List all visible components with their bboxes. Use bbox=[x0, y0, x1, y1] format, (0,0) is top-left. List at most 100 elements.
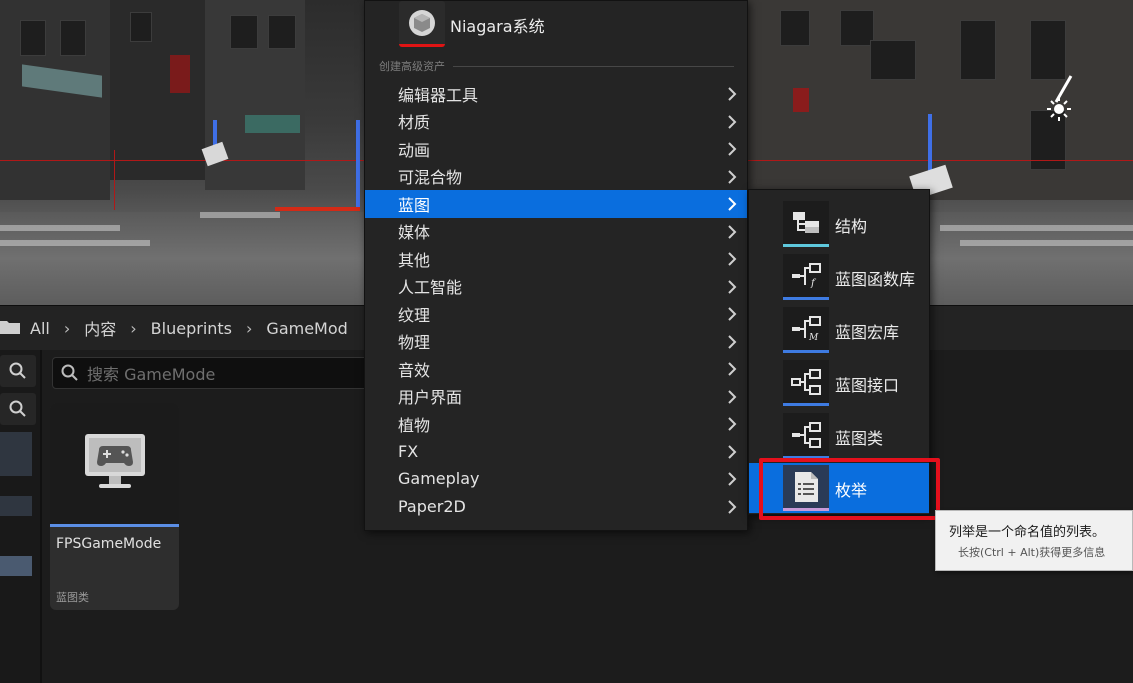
divider bbox=[453, 65, 734, 67]
window bbox=[130, 12, 152, 42]
menu-item-label: 动画 bbox=[398, 140, 431, 160]
window bbox=[960, 20, 996, 80]
niagara-system-item[interactable]: Niagara系统 bbox=[365, 1, 747, 51]
window bbox=[60, 20, 86, 56]
chevron-right-icon: › bbox=[246, 318, 253, 338]
chevron-right-icon bbox=[727, 251, 737, 270]
red-sign bbox=[793, 88, 809, 112]
window bbox=[230, 15, 258, 49]
submenu-item-interface[interactable]: 蓝图接口 bbox=[749, 358, 929, 408]
submenu-item-macro-library[interactable]: M 蓝图宏库 bbox=[749, 305, 929, 355]
chevron-right-icon bbox=[727, 499, 737, 518]
section-header-label: 创建高级资产 bbox=[379, 60, 445, 73]
menu-item-label: 植物 bbox=[398, 415, 431, 435]
chevron-right-icon bbox=[727, 279, 737, 298]
breadcrumb-all[interactable]: All bbox=[30, 319, 50, 338]
submenu-item-label: 蓝图函数库 bbox=[835, 270, 916, 289]
crosswalk bbox=[0, 240, 150, 246]
folder-tree-item-selected[interactable] bbox=[0, 556, 32, 576]
chevron-right-icon bbox=[727, 416, 737, 435]
bounds-line bbox=[748, 160, 1133, 161]
light-source-icon[interactable] bbox=[1046, 95, 1074, 123]
tooltip-text: 列举是一个命名值的列表。 bbox=[949, 525, 1106, 540]
window bbox=[780, 10, 810, 46]
window bbox=[20, 20, 46, 56]
menu-item-ai[interactable]: 人工智能 bbox=[365, 273, 747, 301]
svg-text:M: M bbox=[808, 333, 819, 342]
submenu-item-enumeration[interactable]: 枚举 bbox=[749, 463, 929, 513]
menu-item-paper2d[interactable]: Paper2D bbox=[365, 493, 747, 521]
niagara-label: Niagara系统 bbox=[450, 17, 545, 36]
window bbox=[1030, 20, 1066, 80]
chevron-right-icon bbox=[727, 141, 737, 160]
menu-item-editor-tools[interactable]: 编辑器工具 bbox=[365, 80, 747, 108]
menu-item-fx[interactable]: FX bbox=[365, 438, 747, 466]
menu-item-gameplay[interactable]: Gameplay bbox=[365, 465, 747, 493]
menu-item-label: 蓝图 bbox=[398, 195, 431, 215]
gizmo-z-axis[interactable] bbox=[356, 120, 360, 210]
menu-item-media[interactable]: 媒体 bbox=[365, 218, 747, 246]
search-icon[interactable] bbox=[0, 393, 36, 425]
menu-item-sounds[interactable]: 音效 bbox=[365, 355, 747, 383]
menu-item-label: 音效 bbox=[398, 360, 431, 380]
chevron-right-icon: › bbox=[130, 318, 137, 338]
submenu-item-function-library[interactable]: f 蓝图函数库 bbox=[749, 252, 929, 302]
chevron-right-icon bbox=[727, 444, 737, 463]
gizmo-x-axis[interactable] bbox=[275, 207, 360, 211]
enum-icon bbox=[783, 465, 829, 511]
gizmo-z-axis bbox=[928, 114, 932, 176]
chevron-right-icon bbox=[727, 471, 737, 490]
breadcrumb-content[interactable]: 内容 bbox=[84, 316, 116, 340]
crosswalk bbox=[940, 225, 1133, 231]
menu-item-label: 人工智能 bbox=[398, 278, 463, 298]
bounds-line bbox=[114, 150, 115, 210]
submenu-item-blueprint-class[interactable]: 蓝图类 bbox=[749, 411, 929, 461]
tooltip: 列举是一个命名值的列表。 长按(Ctrl + Alt)获得更多信息 bbox=[935, 510, 1133, 571]
menu-item-label: 媒体 bbox=[398, 223, 431, 243]
menu-item-foliage[interactable]: 植物 bbox=[365, 410, 747, 438]
asset-type: 蓝图类 bbox=[56, 591, 89, 604]
menu-item-label: 用户界面 bbox=[398, 388, 463, 408]
window bbox=[840, 10, 874, 46]
menu-item-user-interface[interactable]: 用户界面 bbox=[365, 383, 747, 411]
folder-icon bbox=[0, 318, 20, 338]
crosswalk bbox=[200, 212, 280, 218]
menu-item-textures[interactable]: 纹理 bbox=[365, 300, 747, 328]
building-left bbox=[0, 0, 110, 200]
struct-icon bbox=[783, 201, 829, 247]
chevron-right-icon bbox=[727, 306, 737, 325]
breadcrumb-gamemode[interactable]: GameMod bbox=[266, 319, 347, 338]
chevron-right-icon bbox=[727, 114, 737, 133]
menu-item-miscellaneous[interactable]: 其他 bbox=[365, 245, 747, 273]
chevron-right-icon bbox=[727, 169, 737, 188]
chevron-right-icon bbox=[727, 196, 737, 215]
menu-item-label: 其他 bbox=[398, 250, 431, 270]
menu-item-label: 纹理 bbox=[398, 305, 431, 325]
menu-item-blendables[interactable]: 可混合物 bbox=[365, 163, 747, 191]
asset-tile[interactable]: FPSGameMode 蓝图类 bbox=[50, 403, 179, 610]
menu-item-blueprints[interactable]: 蓝图 bbox=[365, 190, 747, 218]
crosswalk bbox=[960, 240, 1133, 246]
breadcrumb-blueprints[interactable]: Blueprints bbox=[151, 319, 232, 338]
folder-tree-item[interactable] bbox=[0, 496, 32, 516]
search-icon bbox=[61, 364, 79, 382]
asset-thumbnail bbox=[50, 403, 179, 527]
chevron-right-icon bbox=[727, 224, 737, 243]
menu-item-physics[interactable]: 物理 bbox=[365, 328, 747, 356]
function-library-icon: f bbox=[783, 254, 829, 300]
window bbox=[268, 15, 296, 49]
menu-item-label: Paper2D bbox=[398, 496, 466, 516]
folder-tree-item[interactable] bbox=[0, 432, 32, 476]
submenu-item-struct[interactable]: 结构 bbox=[749, 199, 929, 249]
submenu-item-label: 蓝图宏库 bbox=[835, 323, 900, 342]
search-input[interactable]: 搜索 GameMode bbox=[52, 357, 372, 389]
create-asset-menu: Niagara系统 创建高级资产 编辑器工具 材质 动画 可混合物 蓝图 媒体 … bbox=[364, 0, 748, 531]
chevron-right-icon bbox=[727, 334, 737, 353]
red-sign bbox=[170, 55, 190, 93]
chevron-right-icon bbox=[727, 361, 737, 380]
search-icon[interactable] bbox=[0, 355, 36, 387]
gamepad-monitor-icon bbox=[83, 430, 147, 498]
menu-item-materials[interactable]: 材质 bbox=[365, 108, 747, 136]
macro-library-icon: M bbox=[783, 307, 829, 353]
menu-item-animation[interactable]: 动画 bbox=[365, 135, 747, 163]
